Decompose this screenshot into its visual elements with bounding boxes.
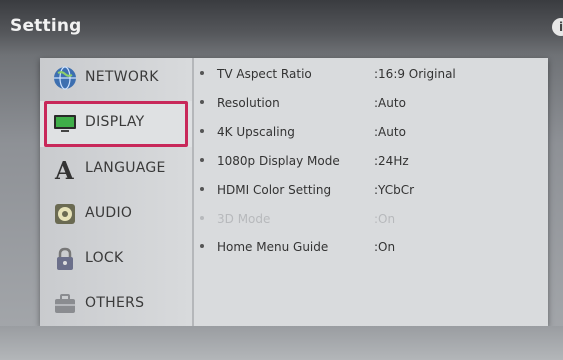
setting-row-resolution[interactable]: Resolution :Auto	[200, 96, 540, 118]
briefcase-icon	[55, 294, 75, 313]
sidebar-item-label: LOCK	[85, 250, 124, 266]
bottom-bar	[0, 326, 563, 360]
sidebar-item-label: LANGUAGE	[85, 160, 166, 176]
bullet-icon	[200, 187, 204, 191]
sidebar-item-audio[interactable]: AUDIO	[40, 192, 192, 238]
setting-row-4k-upscaling[interactable]: 4K Upscaling :Auto	[200, 125, 540, 147]
setting-value: :On	[374, 240, 396, 254]
letter-a-icon: A	[54, 156, 74, 182]
setting-value: :16:9 Original	[374, 67, 456, 81]
setting-value: :On	[374, 212, 396, 226]
speaker-icon	[55, 204, 75, 224]
setting-name: Home Menu Guide	[217, 240, 329, 254]
bullet-icon	[200, 129, 204, 133]
sidebar-item-lock[interactable]: LOCK	[40, 237, 192, 283]
page-title: Setting	[10, 16, 82, 36]
sidebar-item-label: NETWORK	[85, 69, 159, 85]
bullet-icon	[200, 216, 204, 220]
bullet-icon	[200, 71, 204, 75]
setting-value: :Auto	[374, 96, 406, 110]
focus-highlight	[44, 101, 188, 147]
sidebar-item-label: OTHERS	[85, 295, 145, 311]
bullet-icon	[200, 244, 204, 248]
setting-name: HDMI Color Setting	[217, 183, 332, 197]
setting-row-hdmi-color-setting[interactable]: HDMI Color Setting :YCbCr	[200, 183, 540, 205]
bullet-icon	[200, 158, 204, 162]
setting-name: TV Aspect Ratio	[217, 67, 312, 81]
setting-name: 1080p Display Mode	[217, 154, 340, 168]
setting-name: Resolution	[217, 96, 280, 110]
setting-row-home-menu-guide[interactable]: Home Menu Guide :On	[200, 240, 540, 262]
sidebar-item-language[interactable]: A LANGUAGE	[40, 147, 192, 193]
globe-icon	[54, 66, 76, 90]
setting-name: 4K Upscaling	[217, 125, 295, 139]
sidebar-item-others[interactable]: OTHERS	[40, 282, 192, 328]
bullet-icon	[200, 100, 204, 104]
header-bar: Setting i	[0, 0, 563, 55]
setting-name: 3D Mode	[217, 212, 271, 226]
info-icon[interactable]: i	[552, 18, 563, 36]
setting-row-tv-aspect-ratio[interactable]: TV Aspect Ratio :16:9 Original	[200, 67, 540, 89]
setting-row-1080p-display-mode[interactable]: 1080p Display Mode :24Hz	[200, 154, 540, 176]
sidebar-item-label: AUDIO	[85, 205, 133, 221]
padlock-icon	[57, 247, 73, 270]
setting-value: :YCbCr	[374, 183, 415, 197]
setting-value: :24Hz	[374, 154, 409, 168]
svg-text:A: A	[54, 156, 74, 182]
setting-row-3d-mode: 3D Mode :On	[200, 212, 540, 234]
sidebar-item-network[interactable]: NETWORK	[40, 56, 192, 102]
setting-value: :Auto	[374, 125, 406, 139]
